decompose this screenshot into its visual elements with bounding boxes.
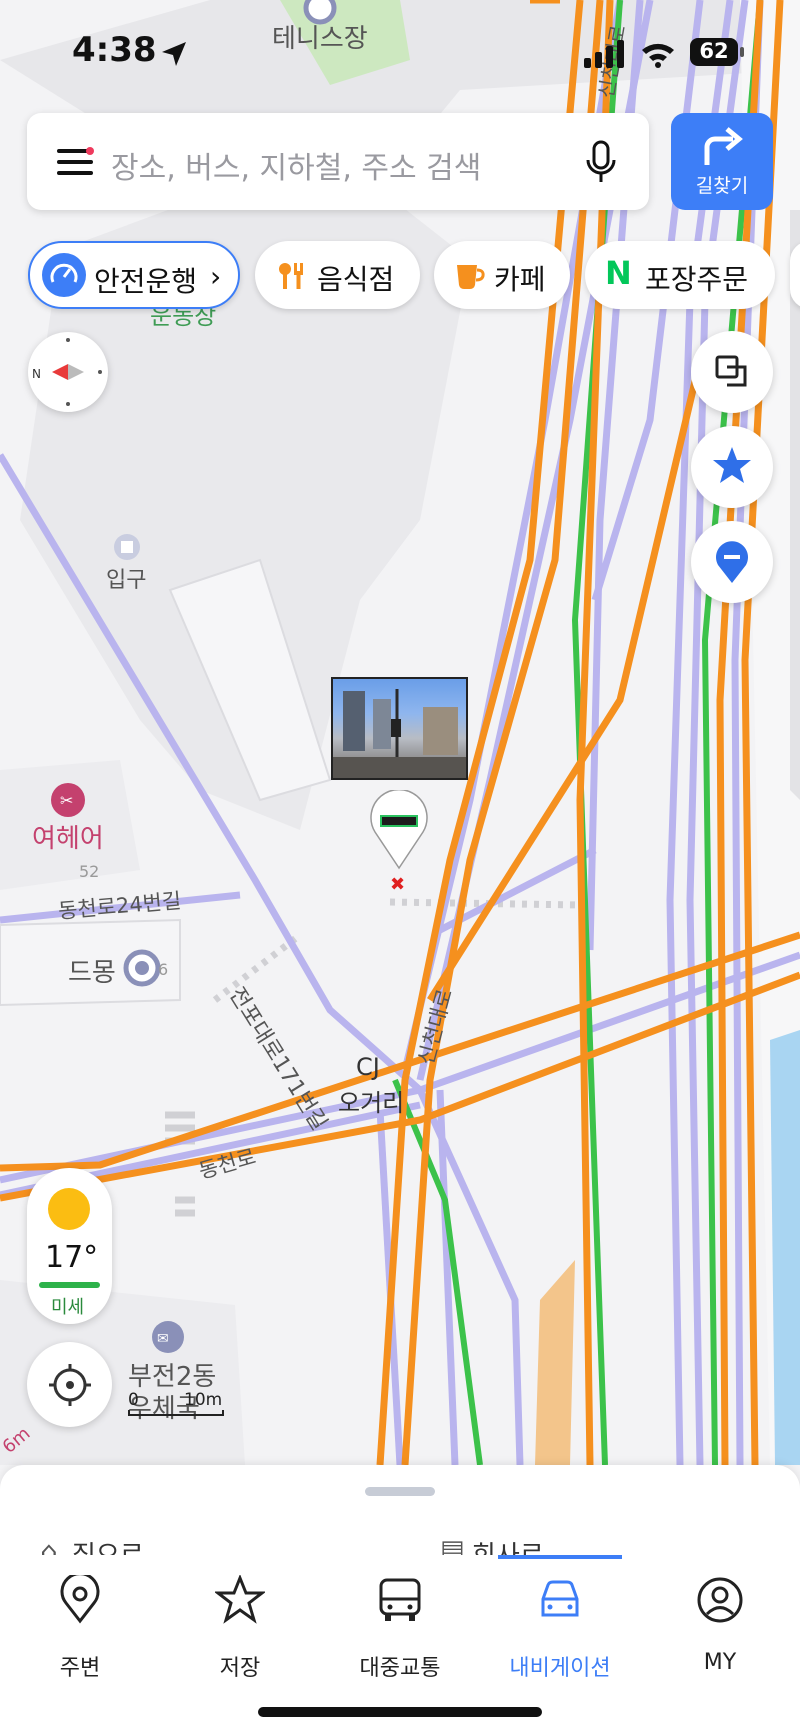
tab-bar: 주변 저장 대중교통 내비게이션 MY bbox=[0, 1555, 800, 1732]
home-shortcut[interactable]: 집으로 bbox=[72, 1535, 144, 1555]
home-indicator bbox=[258, 1707, 542, 1717]
current-location-button[interactable] bbox=[27, 1342, 112, 1427]
chip-safe-driving[interactable]: 안전운행 › bbox=[28, 241, 240, 309]
utensils-icon bbox=[279, 263, 303, 289]
bottom-sheet[interactable]: ⌂ 집으로 ▤ 회사로 bbox=[0, 1465, 800, 1555]
map-label-entrance: 입구 bbox=[106, 568, 147, 593]
active-tab-indicator bbox=[498, 1555, 622, 1559]
profile-icon bbox=[697, 1577, 743, 1623]
scale-zero: 0 bbox=[128, 1390, 139, 1410]
street-view-thumbnail[interactable] bbox=[331, 677, 468, 780]
status-time: 4:38 bbox=[72, 30, 157, 70]
tab-label: 주변 bbox=[59, 1656, 101, 1681]
status-bar: 4:38 62 bbox=[0, 0, 800, 100]
search-placeholder[interactable]: 장소, 버스, 지하철, 주소 검색 bbox=[111, 143, 481, 187]
weather-widget[interactable]: 17° 미세 bbox=[27, 1168, 112, 1324]
wifi-icon bbox=[642, 43, 674, 68]
signal-icon bbox=[584, 40, 624, 68]
chip-label: 포장주문 bbox=[645, 263, 749, 296]
sheet-drag-handle[interactable] bbox=[365, 1487, 435, 1496]
star-icon bbox=[215, 1575, 265, 1624]
layers-icon bbox=[715, 355, 747, 387]
compass-button[interactable]: N bbox=[28, 332, 108, 412]
location-pin-icon bbox=[60, 1575, 100, 1624]
layers-button[interactable] bbox=[691, 331, 773, 413]
chevron-right-icon: › bbox=[210, 260, 222, 293]
work-shortcut[interactable]: 회사로 bbox=[472, 1535, 544, 1555]
chip-cafe[interactable]: 카페 bbox=[434, 241, 570, 309]
svg-text:N: N bbox=[32, 367, 41, 381]
bus-icon bbox=[379, 1578, 421, 1621]
scale-value: 10m bbox=[184, 1390, 223, 1410]
fine-dust-label: 미세 bbox=[51, 1297, 85, 1318]
home-icon: ⌂ bbox=[40, 1535, 58, 1555]
crosshair-icon bbox=[49, 1364, 91, 1406]
chip-takeout-order[interactable]: N 포장주문 bbox=[585, 241, 775, 309]
chip-label: 음식점 bbox=[317, 263, 395, 296]
car-icon bbox=[541, 1580, 579, 1617]
tab-label: MY bbox=[703, 1650, 737, 1675]
weather-temperature: 17° bbox=[45, 1240, 99, 1275]
naver-n-icon: N bbox=[605, 254, 632, 292]
location-pin-minus-icon bbox=[716, 541, 748, 583]
dust-level-bar bbox=[39, 1282, 100, 1288]
map-scale-bar: 0 10m bbox=[128, 1390, 224, 1416]
directions-button[interactable]: 길찾기 bbox=[671, 113, 773, 210]
tab-label: 저장 bbox=[219, 1656, 261, 1681]
chip-label: 안전운행 bbox=[94, 265, 198, 298]
location-marker-pin[interactable] bbox=[369, 788, 429, 870]
battery-icon: 62 bbox=[690, 38, 738, 66]
map-label-ogeori: 오거리 bbox=[338, 1089, 405, 1117]
favorites-button[interactable] bbox=[691, 426, 773, 508]
turn-arrow-icon bbox=[704, 127, 743, 165]
map-label-salon[interactable]: 여헤어 bbox=[32, 818, 104, 855]
directions-label: 길찾기 bbox=[695, 175, 749, 197]
my-places-button[interactable] bbox=[691, 521, 773, 603]
location-cross-icon: ✖ bbox=[390, 874, 406, 895]
chip-restaurant[interactable]: 음식점 bbox=[255, 241, 420, 309]
map-label-building-number: 52 bbox=[79, 862, 100, 881]
menu-icon[interactable] bbox=[57, 147, 95, 177]
speedometer-icon bbox=[42, 253, 86, 297]
tab-label: 대중교통 bbox=[359, 1656, 441, 1681]
building-icon: ▤ bbox=[440, 1535, 465, 1555]
coffee-cup-icon bbox=[457, 265, 485, 289]
scale-line bbox=[128, 1410, 224, 1416]
sun-icon bbox=[48, 1188, 90, 1230]
location-arrow-icon bbox=[162, 42, 186, 66]
star-icon bbox=[713, 447, 751, 483]
tab-label: 내비게이션 bbox=[509, 1656, 611, 1681]
map-label-dromong[interactable]: 드몽 bbox=[68, 952, 116, 989]
battery-cap bbox=[740, 47, 744, 57]
map-label-dromong-number: 6 bbox=[158, 960, 169, 979]
svg-text:✂: ✂ bbox=[60, 791, 73, 810]
search-bar[interactable]: 장소, 버스, 지하철, 주소 검색 bbox=[27, 113, 649, 210]
svg-text:✉: ✉ bbox=[157, 1331, 169, 1347]
microphone-icon[interactable] bbox=[585, 140, 617, 184]
chip-label: 카페 bbox=[494, 263, 546, 296]
battery-level: 62 bbox=[699, 39, 729, 63]
compass-icon: N bbox=[32, 338, 102, 406]
map-label-cj: CJ bbox=[356, 1053, 380, 1081]
